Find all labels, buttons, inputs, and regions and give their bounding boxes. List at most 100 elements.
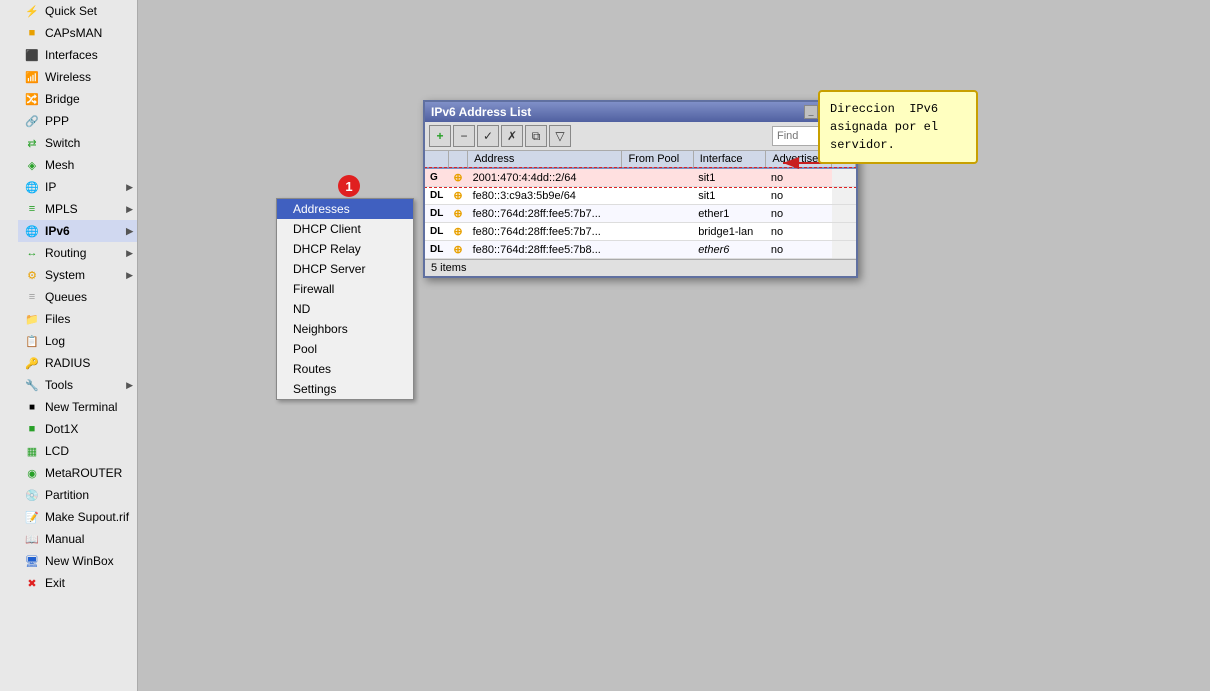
sidebar-item-metarouter[interactable]: ◉ MetaROUTER xyxy=(18,462,137,484)
mesh-icon: ◈ xyxy=(24,157,40,173)
sidebar-item-mesh[interactable]: ◈ Mesh xyxy=(18,154,137,176)
row-flag: DL xyxy=(425,205,448,223)
minimize-button[interactable]: _ xyxy=(804,105,818,119)
sidebar-item-dot1x[interactable]: ■ Dot1X xyxy=(18,418,137,440)
col-interface[interactable]: Interface xyxy=(693,151,766,168)
row-interface: ether1 xyxy=(693,205,766,223)
mpls-icon: ≡ xyxy=(24,201,40,217)
submenu-item-pool[interactable]: Pool xyxy=(277,339,413,359)
table-row[interactable]: DL ⊕ fe80::764d:28ff:fee5:7b7... ether1 … xyxy=(425,205,856,223)
add-button[interactable]: + xyxy=(429,125,451,147)
sidebar-item-lcd[interactable]: ▦ LCD xyxy=(18,440,137,462)
sidebar-item-bridge[interactable]: 🔀 Bridge xyxy=(18,88,137,110)
remove-button[interactable]: − xyxy=(453,125,475,147)
quickset-icon: ⚡ xyxy=(24,3,40,19)
sidebar-label-ipv6: IPv6 xyxy=(45,224,70,238)
row-interface: sit1 xyxy=(693,187,766,205)
submenu-item-dhcp-server[interactable]: DHCP Server xyxy=(277,259,413,279)
capsman-icon: ■ xyxy=(24,25,40,41)
bridge-icon: 🔀 xyxy=(24,91,40,107)
row-interface: bridge1-lan xyxy=(693,223,766,241)
annotation-balloon: Direccion IPv6 asignada por el servidor. xyxy=(818,90,978,164)
copy-button[interactable]: ⧉ xyxy=(525,125,547,147)
sidebar-label-partition: Partition xyxy=(45,488,89,502)
sidebar-item-ipv6[interactable]: 🌐 IPv6 xyxy=(18,220,137,242)
sidebar-item-interfaces[interactable]: ⬛ Interfaces xyxy=(18,44,137,66)
ipv6-titlebar: IPv6 Address List _ □ ✕ xyxy=(425,102,856,122)
row-flag: DL xyxy=(425,241,448,259)
sidebar-item-manual[interactable]: 📖 Manual xyxy=(18,528,137,550)
submenu-item-dhcp-relay[interactable]: DHCP Relay xyxy=(277,239,413,259)
sidebar-item-partition[interactable]: 💿 Partition xyxy=(18,484,137,506)
sidebar-item-switch[interactable]: ⇄ Switch xyxy=(18,132,137,154)
submenu-item-routes[interactable]: Routes xyxy=(277,359,413,379)
sidebar-item-capsman[interactable]: ■ CAPsMAN xyxy=(18,22,137,44)
sidebar-label-newwinbox: New WinBox xyxy=(45,554,114,568)
col-flag2 xyxy=(448,151,467,168)
submenu-item-nd[interactable]: ND xyxy=(277,299,413,319)
sidebar-label-mpls: MPLS xyxy=(45,202,78,216)
sidebar-label-mesh: Mesh xyxy=(45,158,74,172)
enable-button[interactable]: ✓ xyxy=(477,125,499,147)
sidebar-item-routing[interactable]: ↔ Routing xyxy=(18,242,137,264)
col-from-pool[interactable]: From Pool xyxy=(622,151,693,168)
sidebar-label-newterminal: New Terminal xyxy=(45,400,117,414)
sidebar-item-radius[interactable]: 🔑 RADIUS xyxy=(18,352,137,374)
dot1x-icon: ■ xyxy=(24,421,40,437)
row-icon: ⊕ xyxy=(448,241,467,259)
sidebar-item-system[interactable]: ⚙ System xyxy=(18,264,137,286)
newwinbox-icon: 🖥 xyxy=(24,553,40,569)
sidebar-item-mpls[interactable]: ≡ MPLS xyxy=(18,198,137,220)
col-address[interactable]: Address xyxy=(468,151,622,168)
sidebar-item-newwinbox[interactable]: 🖥 New WinBox xyxy=(18,550,137,572)
filter-button[interactable]: ▽ xyxy=(549,125,571,147)
sidebar-label-manual: Manual xyxy=(45,532,84,546)
make-icon: 📝 xyxy=(24,509,40,525)
sidebar-item-newterminal[interactable]: ■ New Terminal xyxy=(18,396,137,418)
sidebar-item-ip[interactable]: 🌐 IP xyxy=(18,176,137,198)
sidebar-label-bridge: Bridge xyxy=(45,92,80,106)
sidebar-label-capsman: CAPsMAN xyxy=(45,26,102,40)
routing-icon: ↔ xyxy=(24,245,40,261)
row-from-pool xyxy=(622,205,693,223)
row-icon: ⊕ xyxy=(448,205,467,223)
annotation-text: Direccion IPv6 asignada por el servidor. xyxy=(830,102,938,152)
sidebar-item-log[interactable]: 📋 Log xyxy=(18,330,137,352)
submenu-item-dhcp-client[interactable]: DHCP Client xyxy=(277,219,413,239)
row-address: fe80::764d:28ff:fee5:7b8... xyxy=(468,241,622,259)
sidebar-item-exit[interactable]: ✖ Exit xyxy=(18,572,137,594)
submenu-item-settings[interactable]: Settings xyxy=(277,379,413,399)
sidebar-item-quickset[interactable]: ⚡ Quick Set xyxy=(18,0,137,22)
lcd-icon: ▦ xyxy=(24,443,40,459)
manual-icon: 📖 xyxy=(24,531,40,547)
files-icon: 📁 xyxy=(24,311,40,327)
row-advertise: no xyxy=(766,205,832,223)
row-from-pool xyxy=(622,241,693,259)
sidebar-item-makesupout[interactable]: 📝 Make Supout.rif xyxy=(18,506,137,528)
sidebar-item-ppp[interactable]: 🔗 PPP xyxy=(18,110,137,132)
table-row[interactable]: DL ⊕ fe80::764d:28ff:fee5:7b8... ether6 … xyxy=(425,241,856,259)
table-row[interactable]: DL ⊕ fe80::3:c9a3:5b9e/64 sit1 no xyxy=(425,187,856,205)
row-flag: DL xyxy=(425,187,448,205)
terminal-icon: ■ xyxy=(24,399,40,415)
sidebar-label-ppp: PPP xyxy=(45,114,69,128)
sidebar-item-tools[interactable]: 🔧 Tools xyxy=(18,374,137,396)
step-badge-1: 1 xyxy=(338,175,360,197)
sidebar-item-files[interactable]: 📁 Files xyxy=(18,308,137,330)
sidebar-label-files: Files xyxy=(45,312,70,326)
ipv6-toolbar: + − ✓ ✗ ⧉ ▽ xyxy=(425,122,856,151)
row-advertise: no xyxy=(766,241,832,259)
row-address: fe80::764d:28ff:fee5:7b7... xyxy=(468,223,622,241)
disable-button[interactable]: ✗ xyxy=(501,125,523,147)
sidebar-label-radius: RADIUS xyxy=(45,356,90,370)
sidebar-item-wireless[interactable]: 📶 Wireless xyxy=(18,66,137,88)
submenu-item-addresses[interactable]: Addresses xyxy=(277,199,413,219)
sidebar-item-queues[interactable]: ≡ Queues xyxy=(18,286,137,308)
sidebar: ⚡ Quick Set ■ CAPsMAN ⬛ Interfaces 📶 Wir… xyxy=(0,0,138,691)
row-address: fe80::764d:28ff:fee5:7b7... xyxy=(468,205,622,223)
table-row[interactable]: DL ⊕ fe80::764d:28ff:fee5:7b7... bridge1… xyxy=(425,223,856,241)
submenu-item-firewall[interactable]: Firewall xyxy=(277,279,413,299)
submenu-item-neighbors[interactable]: Neighbors xyxy=(277,319,413,339)
ip-icon: 🌐 xyxy=(24,179,40,195)
sidebar-label-queues: Queues xyxy=(45,290,87,304)
